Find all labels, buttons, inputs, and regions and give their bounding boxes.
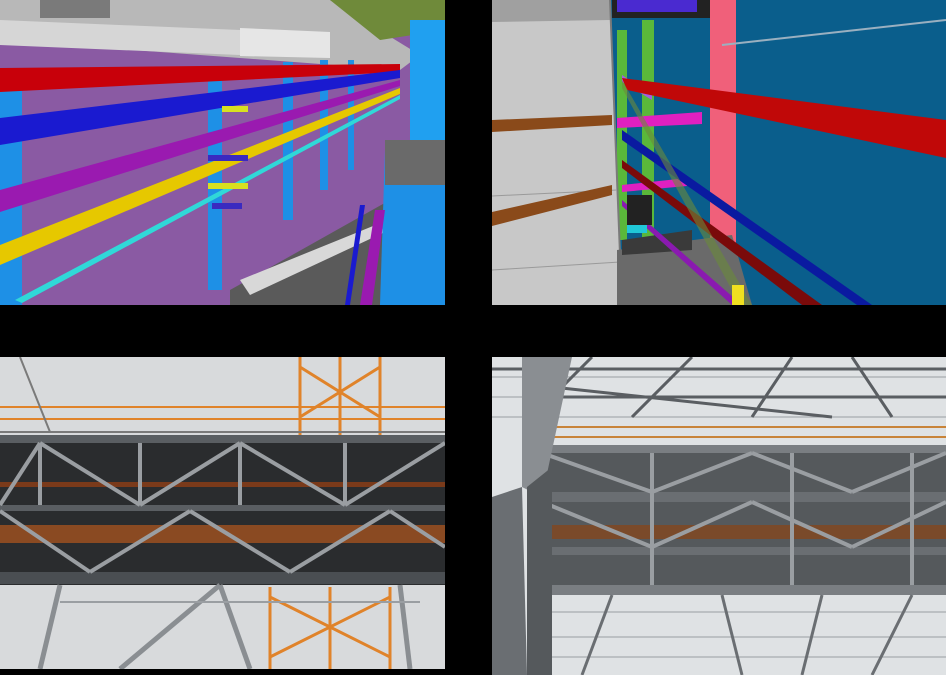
image-grid: { "grid": { "background": "#000000", "pa… (0, 0, 946, 675)
photo-steel-roof-truss (492, 357, 946, 675)
bim-render-purple-wall (0, 0, 445, 305)
photo-steel-truss-scaffold (0, 357, 445, 669)
bim-render-blue-wall (492, 0, 946, 305)
